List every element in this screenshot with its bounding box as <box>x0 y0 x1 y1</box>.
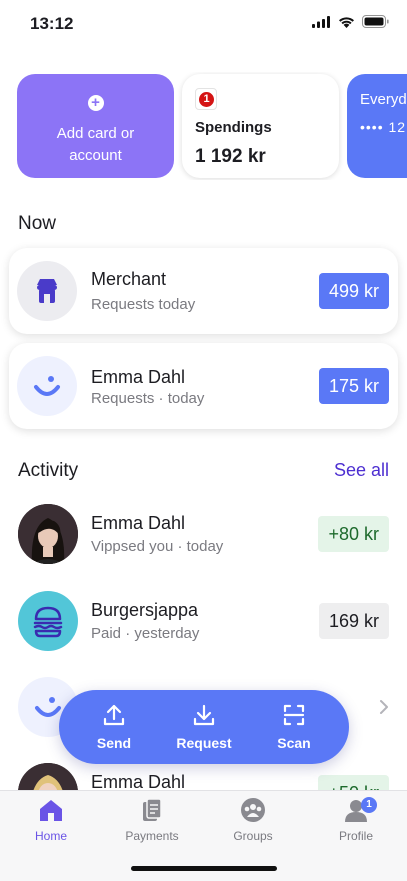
send-button[interactable]: Send <box>74 703 154 751</box>
scan-icon <box>283 704 305 726</box>
activity-item-name: Burgersjappa <box>91 600 199 620</box>
everyday-title: Everyday <box>360 91 407 108</box>
now-item-name: Emma Dahl <box>91 367 186 387</box>
upload-icon <box>103 704 125 726</box>
now-item-amount: 499 kr <box>318 273 389 309</box>
payments-icon <box>143 798 162 821</box>
tab-groups[interactable]: Groups <box>208 797 298 843</box>
emma-avatar <box>18 504 78 564</box>
vipps-smile-icon <box>34 376 60 396</box>
burger-avatar <box>18 591 78 651</box>
see-all-link[interactable]: See all <box>334 460 389 481</box>
status-time: 13:12 <box>30 14 74 33</box>
now-item-sub: Requests today <box>91 296 196 313</box>
tab-payments[interactable]: Payments <box>107 797 197 843</box>
now-item-amount: 175 kr <box>318 368 389 404</box>
status-bar: 13:12 <box>0 0 407 50</box>
request-button[interactable]: Request <box>164 703 244 751</box>
spendings-badge: 1 <box>199 92 214 107</box>
wifi-icon <box>339 16 354 28</box>
tab-home-label: Home <box>34 829 67 843</box>
home-icon <box>40 800 62 821</box>
profile-badge: 1 <box>361 797 377 813</box>
send-label: Send <box>96 735 132 751</box>
store-icon <box>37 279 57 303</box>
signal-icon <box>312 15 330 28</box>
tab-groups-label: Groups <box>233 829 273 843</box>
now-heading: Now <box>18 213 57 234</box>
status-icons <box>312 15 389 28</box>
home-indicator <box>131 866 277 871</box>
battery-icon <box>362 15 389 28</box>
tab-profile-label: Profile <box>338 829 373 843</box>
activity-item-amount: +80 kr <box>318 516 389 552</box>
action-bar: Send Request Scan <box>59 690 349 764</box>
now-item-name: Merchant <box>91 269 167 289</box>
spendings-amount: 1 192 kr <box>195 146 266 167</box>
tab-home[interactable]: Home <box>6 797 96 843</box>
merchant-avatar <box>17 261 77 321</box>
burger-icon <box>33 606 63 638</box>
now-item-merchant[interactable]: Merchant Requests today 499 kr <box>9 248 398 334</box>
now-item-sub: Requests · today <box>91 390 205 407</box>
activity-item-amount: 169 kr <box>318 603 389 639</box>
add-card-button[interactable]: + Add card or account <box>17 74 174 178</box>
activity-heading: Activity <box>18 460 79 481</box>
activity-item-sub: Vippsed you · today <box>91 538 224 555</box>
activity-item-name: Emma Dahl <box>91 513 186 533</box>
spendings-card[interactable]: 1 Spendings 1 192 kr <box>182 74 339 178</box>
activity-item-sub: Paid · yesterday <box>91 625 200 642</box>
tab-payments-label: Payments <box>125 829 179 843</box>
download-icon <box>193 704 215 726</box>
plus-icon: + <box>87 95 104 111</box>
now-item-emma[interactable]: Emma Dahl Requests · today 175 kr <box>9 343 398 429</box>
activity-item[interactable]: Burgersjappa Paid · yesterday 169 kr <box>0 591 407 671</box>
everyday-number: •••• 12 <box>360 119 407 135</box>
scan-label: Scan <box>277 735 311 751</box>
request-label: Request <box>176 735 232 751</box>
everyday-card[interactable]: Everyday •••• 12 <box>347 74 407 178</box>
notification-icon: 1 <box>195 88 217 110</box>
vipps-avatar <box>17 356 77 416</box>
chevron-right-icon <box>380 700 388 714</box>
cards-carousel: + Add card or account 1 Spendings 1 192 … <box>17 72 407 180</box>
spendings-title: Spendings <box>195 119 272 136</box>
person-photo-icon <box>18 504 78 564</box>
groups-icon <box>241 798 265 822</box>
add-card-label: Add card or account <box>56 125 135 164</box>
activity-item[interactable]: Emma Dahl Vippsed you · today +80 kr <box>0 504 407 584</box>
scan-button[interactable]: Scan <box>254 703 334 751</box>
tab-profile[interactable]: Profile 1 <box>311 797 401 843</box>
